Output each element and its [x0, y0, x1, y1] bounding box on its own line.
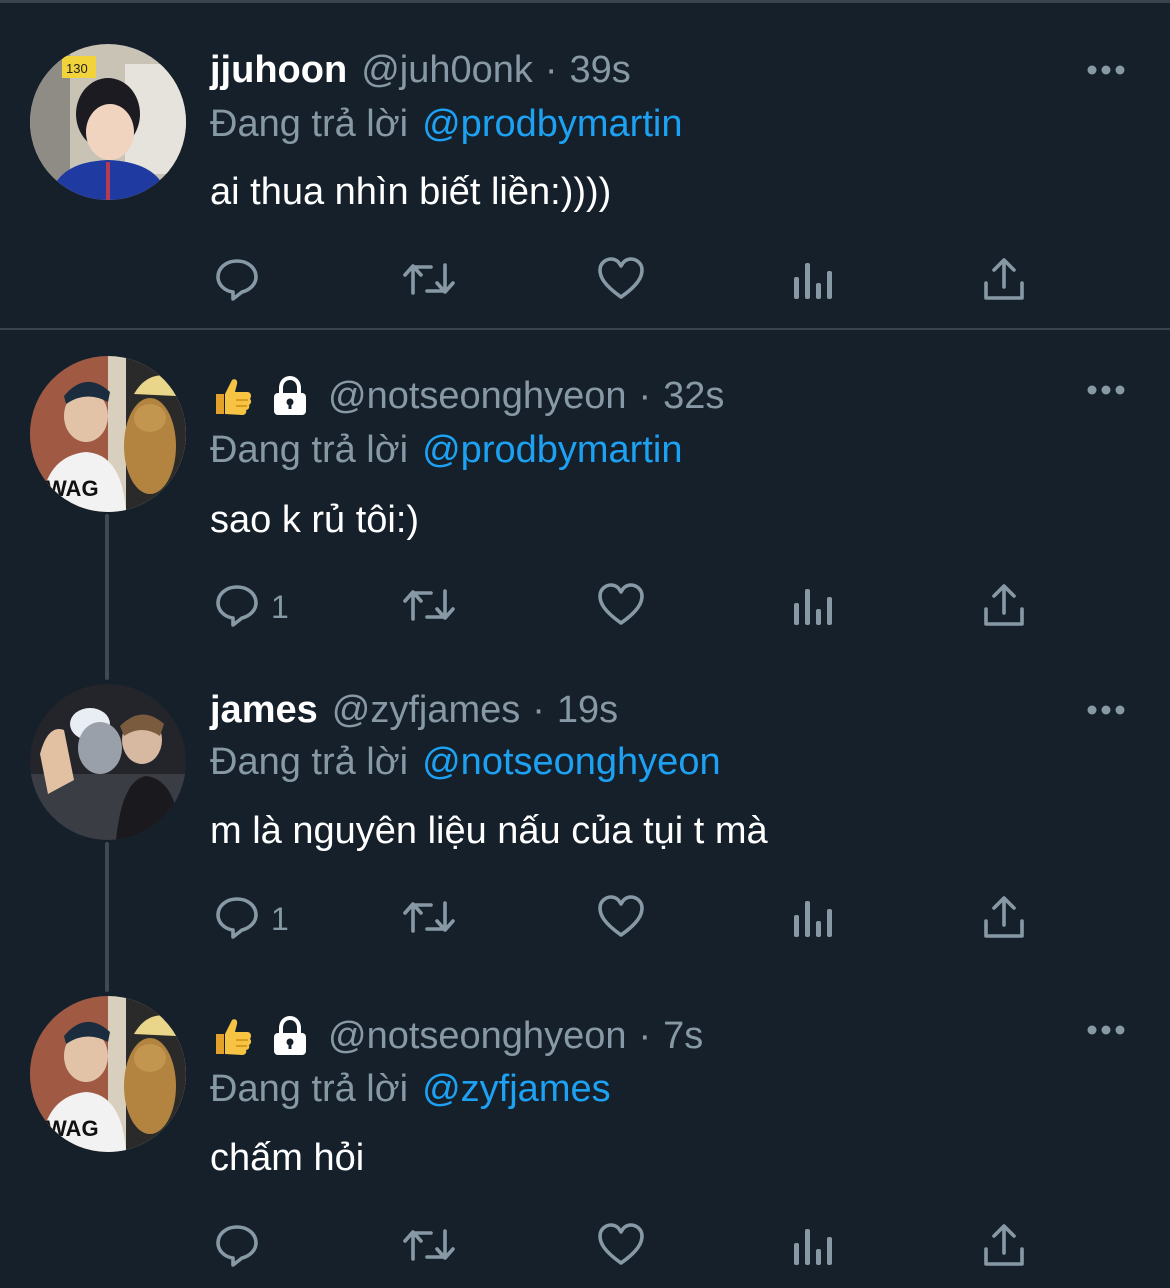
svg-text:130: 130 — [66, 61, 88, 76]
avatar[interactable]: WAG — [30, 996, 186, 1152]
avatar[interactable]: WAG — [30, 356, 186, 512]
replying-to: Đang trả lời @prodbymartin — [210, 98, 682, 150]
retweet-button[interactable] — [400, 1217, 458, 1277]
retweet-icon — [400, 1221, 458, 1274]
retweet-icon — [400, 255, 458, 308]
protected-lock-icon — [268, 374, 312, 418]
reply-button[interactable] — [213, 251, 271, 311]
reply-icon — [213, 255, 261, 308]
timestamp[interactable]: 19s — [557, 689, 618, 732]
replying-to-handle[interactable]: @prodbymartin — [422, 103, 682, 146]
retweet-button[interactable] — [400, 889, 458, 949]
analytics-icon — [792, 893, 834, 946]
tweet-text: ai thua nhìn biết liền:)))) — [210, 170, 612, 213]
thumbs-up-icon — [210, 374, 254, 418]
share-button[interactable] — [982, 251, 1026, 311]
separator-dot: · — [638, 1014, 652, 1057]
share-icon — [982, 1221, 1026, 1274]
display-name[interactable]: james — [210, 689, 318, 732]
analytics-button[interactable] — [792, 251, 834, 311]
like-button[interactable] — [596, 251, 646, 311]
retweet-button[interactable] — [400, 577, 458, 637]
share-icon — [982, 581, 1026, 634]
action-bar — [0, 1217, 1170, 1277]
separator-dot: · — [532, 688, 545, 731]
replying-to-handle[interactable]: @notseonghyeon — [422, 741, 720, 784]
replying-to-label: Đang trả lời — [210, 102, 409, 145]
replying-to-label: Đang trả lời — [210, 428, 409, 471]
avatar[interactable] — [30, 684, 186, 840]
replying-to-handle[interactable]: @zyfjames — [422, 1068, 611, 1111]
replying-to-label: Đang trả lời — [210, 1067, 409, 1110]
like-button[interactable] — [596, 577, 646, 637]
analytics-button[interactable] — [792, 577, 834, 637]
timestamp[interactable]: 32s — [663, 375, 724, 418]
tweet-header: @notseonghyeon · 32s — [210, 368, 724, 424]
avatar[interactable]: 130 — [30, 44, 186, 200]
user-handle[interactable]: @notseonghyeon — [328, 375, 626, 418]
reply-count: 1 — [271, 588, 289, 625]
reply-button[interactable]: 1 — [213, 889, 289, 949]
action-bar: 1 — [0, 577, 1170, 637]
reply-icon — [213, 1221, 261, 1274]
like-button[interactable] — [596, 1217, 646, 1277]
tweet-text: sao k rủ tôi:) — [210, 498, 420, 541]
tweet-header: james @zyfjames · 19s — [210, 682, 618, 738]
analytics-icon — [792, 581, 834, 634]
more-options-icon[interactable] — [1086, 690, 1126, 730]
tweet-header: @notseonghyeon · 7s — [210, 1008, 703, 1064]
analytics-icon — [792, 255, 834, 308]
reply-icon — [213, 893, 261, 946]
share-button[interactable] — [982, 889, 1026, 949]
share-icon — [982, 255, 1026, 308]
timestamp[interactable]: 39s — [570, 49, 631, 92]
share-button[interactable] — [982, 577, 1026, 637]
tweet-header: jjuhoon @juh0onk · 39s — [210, 42, 631, 98]
tweet-text: chấm hỏi — [210, 1136, 365, 1179]
more-options-icon[interactable] — [1086, 1010, 1126, 1050]
share-icon — [982, 893, 1026, 946]
analytics-button[interactable] — [792, 889, 834, 949]
user-handle[interactable]: @notseonghyeon — [328, 1015, 626, 1058]
svg-text:WAG: WAG — [46, 476, 99, 501]
like-icon — [596, 893, 646, 946]
user-handle[interactable]: @juh0onk — [361, 49, 533, 92]
separator-dot: · — [638, 374, 652, 417]
more-options-icon[interactable] — [1086, 50, 1126, 90]
action-bar: 1 — [0, 889, 1170, 949]
user-handle[interactable]: @zyfjames — [332, 689, 521, 732]
action-bar — [0, 251, 1170, 311]
replying-to: Đang trả lời @zyfjames — [210, 1063, 611, 1115]
like-icon — [596, 255, 646, 308]
analytics-icon — [792, 1221, 834, 1274]
like-button[interactable] — [596, 889, 646, 949]
retweet-icon — [400, 581, 458, 634]
more-options-icon[interactable] — [1086, 370, 1126, 410]
retweet-button[interactable] — [400, 251, 458, 311]
analytics-button[interactable] — [792, 1217, 834, 1277]
share-button[interactable] — [982, 1217, 1026, 1277]
replying-to-handle[interactable]: @prodbymartin — [422, 429, 682, 472]
replying-to: Đang trả lời @notseonghyeon — [210, 736, 721, 788]
tweet-text: m là nguyên liệu nấu của tụi t mà — [210, 809, 768, 852]
svg-text:WAG: WAG — [46, 1116, 99, 1141]
replying-to-label: Đang trả lời — [210, 740, 409, 783]
tweet-divider — [0, 328, 1170, 330]
thumbs-up-icon — [210, 1014, 254, 1058]
display-name[interactable]: jjuhoon — [210, 49, 347, 92]
protected-lock-icon — [268, 1014, 312, 1058]
separator-dot: · — [544, 48, 558, 91]
timestamp[interactable]: 7s — [663, 1015, 703, 1058]
reply-button[interactable] — [213, 1217, 271, 1277]
retweet-icon — [400, 893, 458, 946]
reply-button[interactable]: 1 — [213, 577, 289, 637]
reply-count: 1 — [271, 900, 289, 937]
like-icon — [596, 1221, 646, 1274]
replying-to: Đang trả lời @prodbymartin — [210, 424, 682, 476]
reply-icon — [213, 581, 261, 634]
top-divider — [0, 0, 1170, 3]
like-icon — [596, 581, 646, 634]
